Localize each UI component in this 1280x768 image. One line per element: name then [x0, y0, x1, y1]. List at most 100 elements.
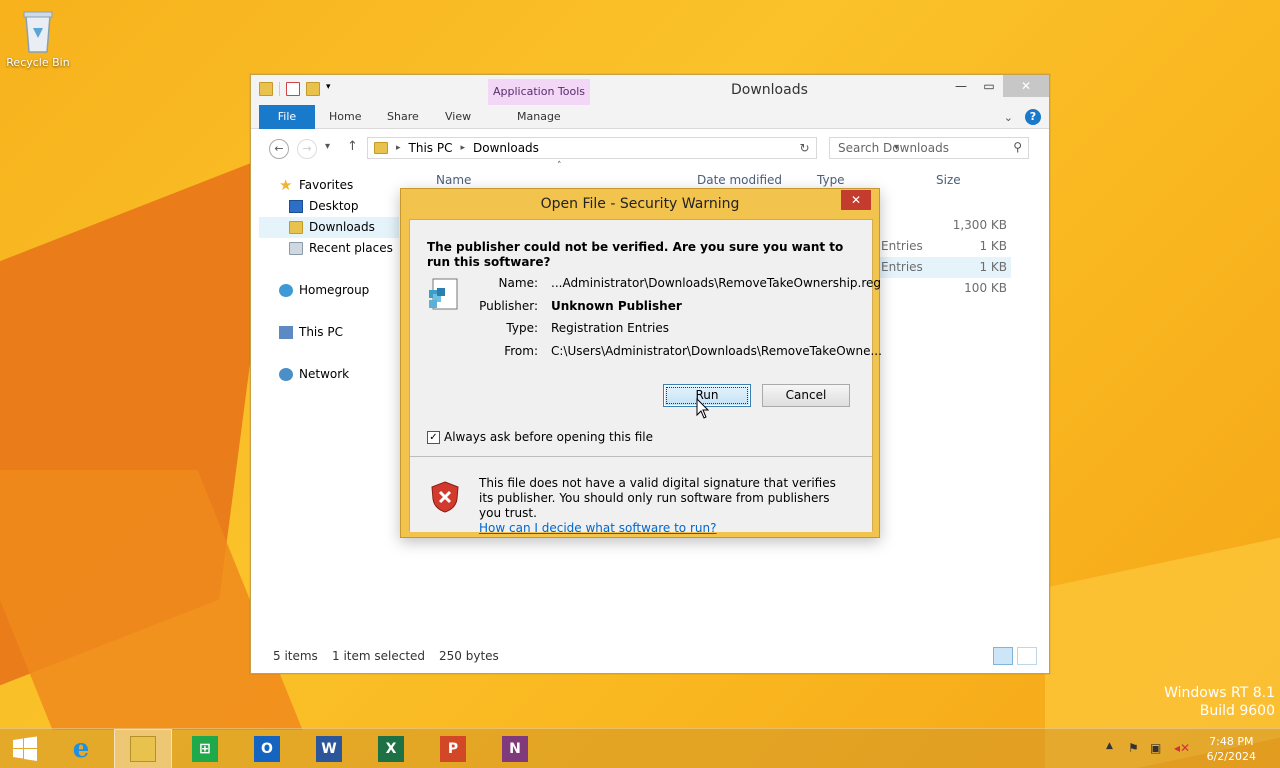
nav-favorites[interactable]: ★ Favorites — [259, 175, 399, 196]
watermark-build: Build 9600 — [1199, 703, 1275, 719]
tab-home[interactable]: Home — [315, 105, 375, 129]
internet-explorer-icon: e — [72, 734, 90, 764]
homegroup-icon — [279, 284, 293, 297]
forward-button[interactable]: → — [297, 139, 317, 159]
taskbar-file-explorer[interactable] — [114, 729, 172, 768]
tab-manage[interactable]: Manage — [503, 105, 575, 129]
sort-up-icon: ˄ — [557, 161, 562, 171]
mouse-cursor-icon — [696, 398, 710, 419]
clock-date: 6/2/2024 — [1206, 750, 1256, 763]
taskbar-store[interactable]: ⊞ — [176, 729, 234, 768]
star-icon: ★ — [279, 176, 293, 194]
help-link[interactable]: How can I decide what software to run? — [479, 521, 716, 535]
taskbar-internet-explorer[interactable]: e — [52, 729, 110, 768]
windows-watermark: Windows RT 8.1 Build 9600 — [1164, 684, 1275, 720]
nav-network[interactable]: Network — [259, 364, 399, 385]
file-info: Name: ...Administrator\Downloads\RemoveT… — [410, 276, 882, 366]
from-label: From: — [504, 343, 538, 358]
search-icon: ⚲ — [1013, 140, 1022, 154]
nav-downloads[interactable]: Downloads — [259, 217, 399, 238]
recycle-bin-label: Recycle Bin — [6, 56, 70, 69]
word-icon: W — [316, 736, 342, 762]
always-ask-label[interactable]: Always ask before opening this file — [444, 430, 653, 444]
dialog-title: Open File - Security Warning — [540, 196, 740, 212]
details-view-button[interactable] — [993, 647, 1013, 665]
nav-homegroup[interactable]: Homegroup — [259, 280, 399, 301]
column-type[interactable]: Type — [817, 173, 845, 187]
column-name[interactable]: Name — [436, 173, 471, 187]
action-center-flag-icon[interactable]: ⚑ — [1128, 741, 1139, 755]
chevron-right-icon[interactable]: ▸ — [460, 143, 465, 153]
column-date-modified[interactable]: Date modified — [697, 173, 782, 187]
search-input[interactable]: Search Downloads ⚲ — [829, 137, 1029, 159]
tab-share[interactable]: Share — [373, 105, 433, 129]
folder-icon[interactable] — [259, 82, 273, 96]
back-button[interactable]: ← — [269, 139, 289, 159]
tab-view[interactable]: View — [431, 105, 485, 129]
status-bar: 5 items 1 item selected 250 bytes — [251, 641, 1049, 673]
cancel-button[interactable]: Cancel — [762, 384, 850, 407]
help-icon[interactable]: ? — [1025, 109, 1041, 125]
from-value: C:\Users\Administrator\Downloads\RemoveT… — [551, 343, 882, 358]
chevron-right-icon[interactable]: ▸ — [396, 143, 401, 153]
file-size: 1 KB — [979, 260, 1007, 274]
selection-size: 250 bytes — [439, 649, 499, 663]
application-tools-tab: Application Tools — [488, 79, 590, 105]
new-folder-icon[interactable] — [306, 82, 320, 96]
breadcrumb-this-pc[interactable]: This PC — [409, 141, 453, 155]
downloads-folder-icon — [289, 221, 303, 234]
properties-icon[interactable] — [286, 82, 300, 96]
taskbar-word[interactable]: W — [300, 729, 358, 768]
clock[interactable]: 7:48 PM 6/2/2024 — [1207, 734, 1256, 764]
taskbar-powerpoint[interactable]: P — [424, 729, 482, 768]
recycle-bin-desktop-icon[interactable]: Recycle Bin — [6, 8, 70, 69]
excel-icon: X — [378, 736, 404, 762]
volume-muted-icon[interactable]: ◂✕ — [1174, 741, 1190, 755]
warning-text-block: This file does not have a valid digital … — [479, 476, 849, 536]
security-warning-dialog[interactable]: Open File - Security Warning ✕ The publi… — [400, 188, 882, 538]
dialog-question: The publisher could not be verified. Are… — [427, 240, 844, 269]
maximize-button[interactable]: ▭ — [975, 75, 1003, 97]
selection-count: 1 item selected — [332, 649, 426, 663]
large-icons-view-button[interactable] — [1017, 647, 1037, 665]
network-status-icon[interactable]: ▣ — [1150, 741, 1161, 755]
always-ask-checkbox-row[interactable]: ✓ Always ask before opening this file — [427, 430, 653, 444]
refresh-button[interactable]: ↻ — [793, 137, 817, 159]
minimize-button[interactable]: — — [947, 75, 975, 97]
type-label: Type: — [506, 321, 538, 335]
taskbar-excel[interactable]: X — [362, 729, 420, 768]
file-explorer-icon — [130, 736, 156, 762]
show-hidden-icons-icon[interactable]: ▲ — [1106, 741, 1113, 751]
computer-icon — [279, 326, 293, 339]
nav-this-pc[interactable]: This PC — [259, 322, 399, 343]
taskbar-onenote[interactable]: N — [486, 729, 544, 768]
expand-ribbon-icon[interactable]: ⌄ — [1004, 111, 1013, 124]
close-button[interactable]: ✕ — [1003, 75, 1049, 97]
search-placeholder: Search Downloads — [838, 141, 949, 155]
start-button[interactable] — [0, 729, 50, 768]
file-type: Entries — [881, 239, 923, 253]
always-ask-checkbox[interactable]: ✓ — [427, 430, 440, 444]
nav-label: Favorites — [299, 178, 354, 192]
quick-access-toolbar: ▾ — [259, 82, 334, 96]
network-icon — [279, 368, 293, 381]
nav-desktop[interactable]: Desktop — [259, 196, 399, 217]
file-type: Entries — [881, 260, 923, 274]
title-bar[interactable]: ▾ Application Tools Downloads — ▭ ✕ — [251, 75, 1049, 105]
clock-time: 7:48 PM — [1209, 735, 1254, 748]
nav-recent-places[interactable]: Recent places — [259, 238, 399, 259]
taskbar-outlook[interactable]: O — [238, 729, 296, 768]
system-tray: ▲ ⚑ ▣ ◂✕ 7:48 PM 6/2/2024 — [1100, 729, 1280, 768]
dialog-close-button[interactable]: ✕ — [841, 190, 871, 210]
tab-file[interactable]: File — [259, 105, 315, 129]
recycle-bin-icon — [23, 11, 53, 53]
address-bar[interactable]: ▸ This PC ▸ Downloads ▾ — [367, 137, 899, 159]
recent-locations-chevron-icon[interactable]: ▾ — [325, 141, 330, 152]
dialog-body: The publisher could not be verified. Are… — [409, 219, 882, 535]
chevron-down-icon[interactable]: ▾ — [326, 82, 334, 96]
breadcrumb-downloads[interactable]: Downloads — [473, 141, 539, 155]
separator — [279, 82, 280, 96]
column-size[interactable]: Size — [936, 173, 961, 187]
up-arrow-icon[interactable]: ↑ — [347, 139, 358, 154]
store-icon: ⊞ — [192, 736, 218, 762]
